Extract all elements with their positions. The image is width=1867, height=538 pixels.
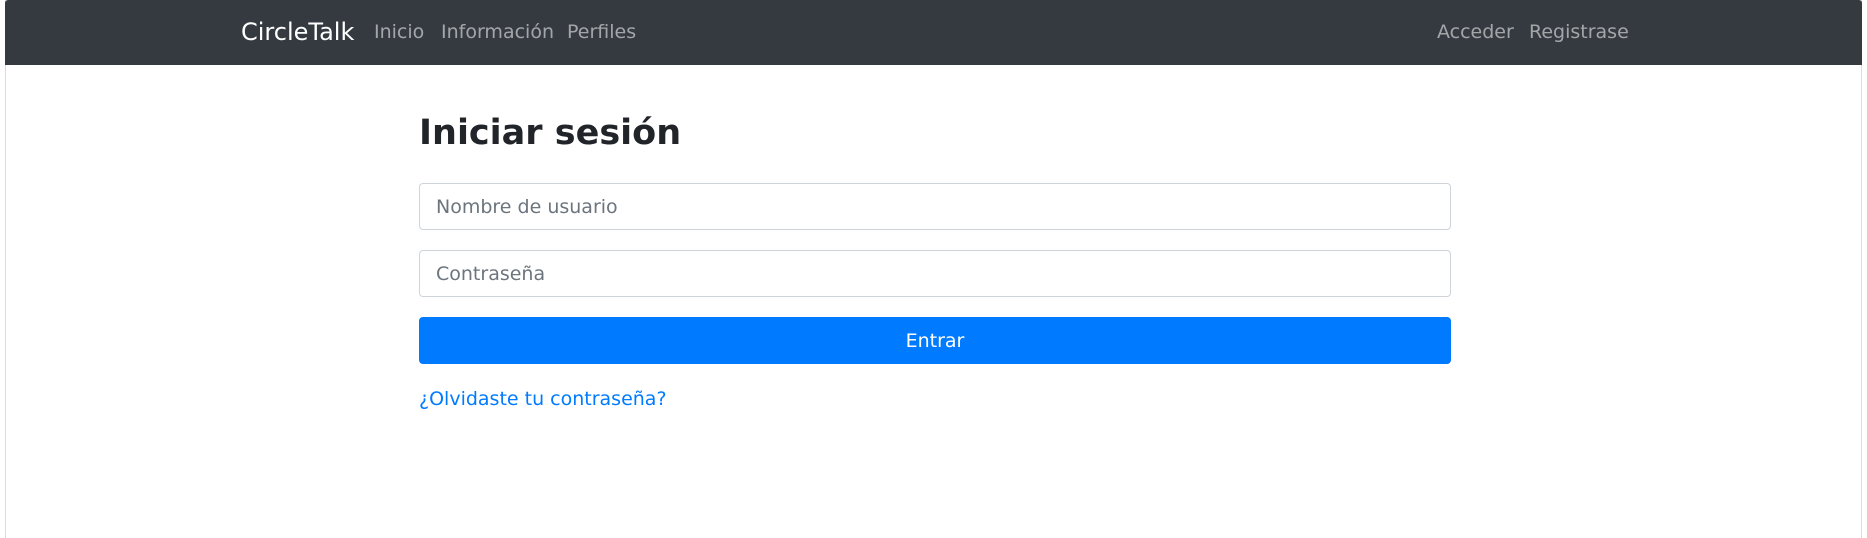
nav-link-registrase[interactable]: Registrase bbox=[1529, 19, 1629, 45]
password-input[interactable] bbox=[419, 250, 1451, 297]
page-title: Iniciar sesión bbox=[419, 113, 682, 153]
nav-link-perfiles[interactable]: Perfiles bbox=[567, 19, 636, 45]
brand-link[interactable]: CircleTalk bbox=[241, 15, 354, 49]
forgot-password-link[interactable]: ¿Olvidaste tu contraseña? bbox=[419, 386, 667, 412]
nav-link-informacion[interactable]: Información bbox=[441, 19, 554, 45]
username-input[interactable] bbox=[419, 183, 1451, 230]
nav-link-inicio[interactable]: Inicio bbox=[374, 19, 424, 45]
top-navbar: CircleTalk Inicio Información Perfiles A… bbox=[5, 0, 1862, 65]
nav-link-acceder[interactable]: Acceder bbox=[1437, 19, 1514, 45]
login-button[interactable]: Entrar bbox=[419, 317, 1451, 364]
